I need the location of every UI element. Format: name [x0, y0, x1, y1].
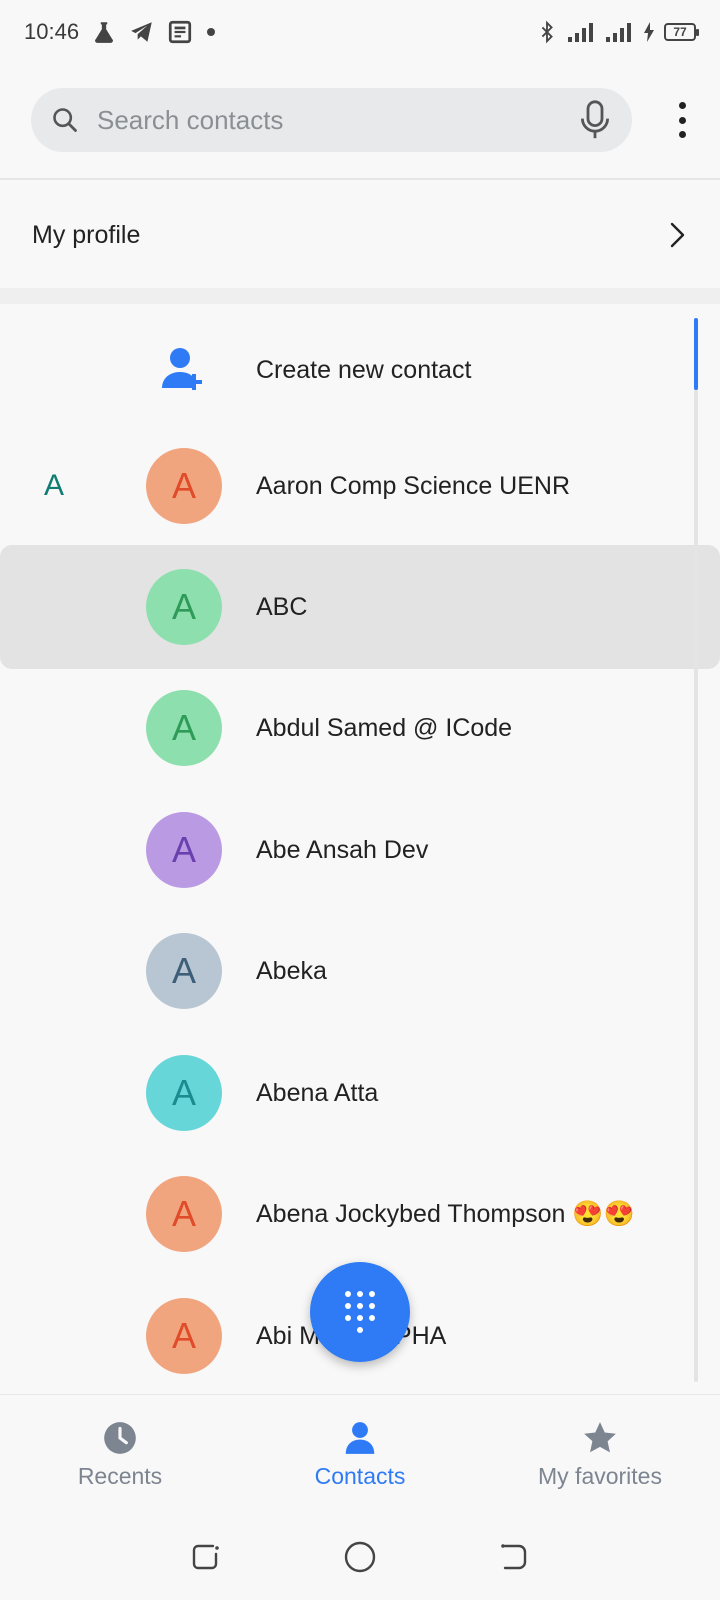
tab-contacts[interactable]: Contacts — [240, 1395, 480, 1514]
bluetooth-icon — [536, 19, 558, 45]
avatar: A — [146, 448, 222, 524]
avatar: A — [146, 933, 222, 1009]
more-dot-icon — [678, 102, 686, 109]
create-new-contact-row[interactable]: Create new contact — [0, 308, 720, 432]
person-icon — [341, 1419, 379, 1457]
contact-row[interactable]: A Abdul Samed @ ICode — [0, 666, 720, 790]
tab-contacts-label: Contacts — [314, 1463, 406, 1489]
bottom-navigation: Recents Contacts My favorites — [0, 1394, 720, 1514]
avatar: A — [146, 569, 222, 645]
search-input[interactable]: Search contacts — [31, 88, 632, 152]
section-divider — [0, 288, 720, 304]
avatar: A — [146, 812, 222, 888]
signal-icon-2 — [604, 21, 634, 43]
flask-icon — [91, 19, 117, 45]
star-icon — [581, 1419, 619, 1457]
contact-row[interactable]: A Abena Atta — [0, 1031, 720, 1155]
contact-name: Abena Jockybed Thompson 😍😍 — [256, 1199, 635, 1228]
scrollbar[interactable] — [694, 318, 698, 1382]
status-time: 10:46 — [24, 19, 80, 44]
contact-name: Abena Atta — [256, 1078, 379, 1107]
tab-recents-label: Recents — [77, 1463, 163, 1489]
create-new-contact-label: Create new contact — [256, 355, 472, 384]
tab-favorites[interactable]: My favorites — [480, 1395, 720, 1514]
section-letter: A — [44, 469, 65, 502]
dialpad-button[interactable] — [310, 1262, 410, 1362]
more-dot-icon — [678, 131, 686, 138]
search-icon — [51, 106, 79, 134]
avatar: A — [146, 1055, 222, 1131]
contact-row[interactable]: A Abeka — [0, 909, 720, 1033]
tab-favorites-label: My favorites — [538, 1463, 662, 1489]
my-profile-label: My profile — [32, 220, 141, 249]
top-bar: Search contacts — [0, 64, 720, 180]
chevron-right-icon — [666, 220, 688, 250]
my-profile-row[interactable]: My profile — [0, 182, 720, 288]
clock-icon — [101, 1419, 139, 1457]
contact-row[interactable]: A Abe Ansah Dev — [0, 788, 720, 912]
contacts-screen: 10:46 77 Search contacts My profile Crea… — [0, 0, 720, 1600]
signal-icon — [566, 21, 596, 43]
contact-row[interactable]: A A Aaron Comp Science UENR — [0, 424, 720, 548]
recent-apps-icon[interactable] — [189, 1540, 223, 1574]
contact-row[interactable]: A Abena Jockybed Thompson 😍😍 — [0, 1152, 720, 1276]
charging-icon — [642, 21, 656, 43]
battery-indicator: 77 — [664, 23, 699, 41]
contact-name: Abe Ansah Dev — [256, 835, 429, 864]
contact-row[interactable]: A ABC — [0, 545, 720, 669]
contact-name: Abeka — [256, 956, 327, 985]
dialpad-icon — [345, 1291, 375, 1333]
home-icon[interactable] — [342, 1539, 378, 1575]
contact-name: ABC — [256, 592, 308, 621]
avatar: A — [146, 1298, 222, 1374]
contact-name: Aaron Comp Science UENR — [256, 471, 571, 500]
microphone-icon[interactable] — [578, 99, 612, 141]
telegram-icon — [129, 19, 155, 45]
contact-name: Abdul Samed @ ICode — [256, 713, 513, 742]
add-contact-icon — [146, 332, 222, 408]
avatar: A — [146, 1176, 222, 1252]
system-navigation — [0, 1514, 720, 1600]
news-icon — [167, 19, 193, 45]
status-bar: 10:46 77 — [0, 0, 720, 64]
more-dot-icon — [678, 116, 686, 124]
contact-list[interactable]: Create new contact A A Aaron Comp Scienc… — [0, 304, 720, 1394]
search-placeholder: Search contacts — [97, 104, 284, 135]
scrollbar-thumb[interactable] — [694, 318, 698, 390]
more-options-button[interactable] — [668, 100, 696, 140]
back-icon[interactable] — [497, 1540, 531, 1574]
tab-recents[interactable]: Recents — [0, 1395, 240, 1514]
dot-icon — [205, 26, 217, 38]
avatar: A — [146, 690, 222, 766]
